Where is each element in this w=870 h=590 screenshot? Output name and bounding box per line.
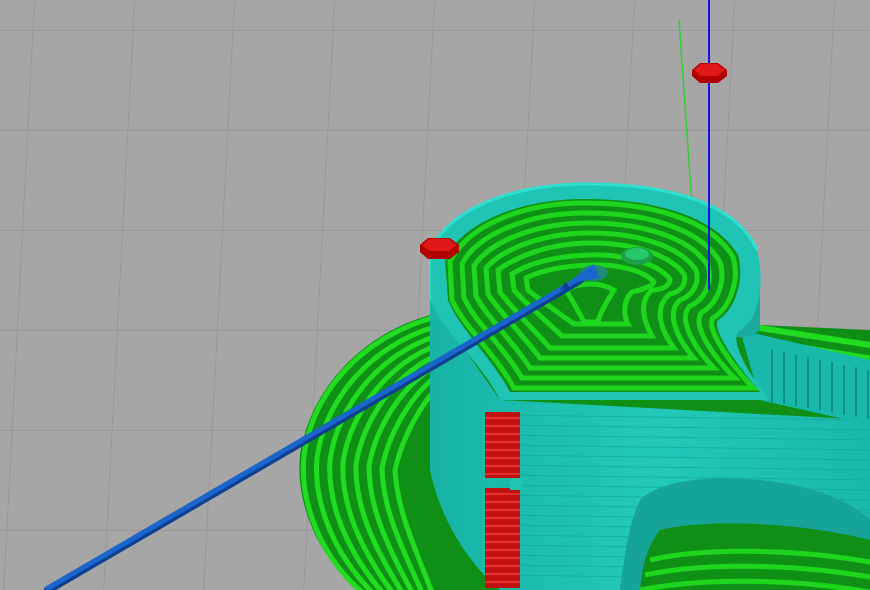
retraction-markers-side (485, 412, 522, 588)
preview-canvas[interactable] (0, 0, 870, 590)
retract-marker-left (420, 238, 459, 259)
retract-marker-top (692, 63, 727, 83)
gcode-preview-viewport[interactable] (0, 0, 870, 590)
